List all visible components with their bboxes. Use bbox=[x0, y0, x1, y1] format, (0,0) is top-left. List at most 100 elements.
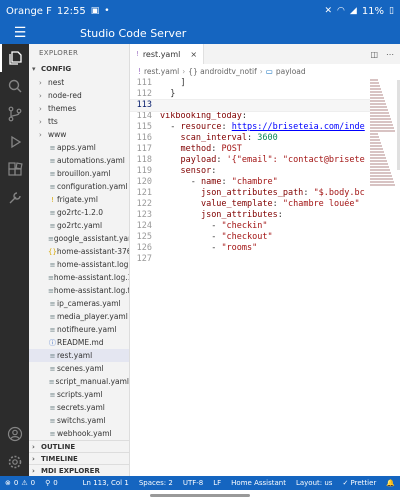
home-gesture-handle[interactable] bbox=[150, 493, 250, 497]
code-line[interactable]: 126 - "rooms" bbox=[130, 243, 370, 254]
folder-item[interactable]: › themes bbox=[29, 102, 129, 115]
carrier-label: Orange F bbox=[6, 5, 52, 17]
file-item[interactable]: ≡ automations.yaml bbox=[29, 154, 129, 167]
cursor-position[interactable]: Ln 113, Col 1 bbox=[78, 479, 134, 487]
file-item[interactable]: ⓘ README.md bbox=[29, 336, 129, 349]
yaml-file-icon: ≡ bbox=[49, 169, 56, 178]
code-line[interactable]: 127 bbox=[130, 254, 370, 265]
file-item[interactable]: ≡ script_manual.yaml bbox=[29, 375, 129, 388]
minimap-line bbox=[370, 121, 392, 123]
extensions-icon[interactable] bbox=[0, 156, 29, 184]
minimap[interactable] bbox=[370, 78, 396, 198]
file-item[interactable]: ≡ switchs.yaml bbox=[29, 414, 129, 427]
tree-item-label: README.md bbox=[57, 338, 104, 347]
file-item[interactable]: ≡ rest.yaml bbox=[29, 349, 129, 362]
file-item[interactable]: ≡ brouillon.yaml bbox=[29, 167, 129, 180]
tree-item-label: home-assistant-3765... bbox=[56, 247, 129, 256]
timeline-section[interactable]: › TIMELINE bbox=[29, 452, 129, 464]
file-item[interactable]: ≡home-assistant.log.fa... bbox=[29, 284, 129, 297]
prettier-status[interactable]: ✓ Prettier bbox=[337, 479, 381, 487]
code-line[interactable]: 123 json_attributes: bbox=[130, 210, 370, 221]
settings-gear-icon[interactable] bbox=[0, 448, 29, 476]
run-debug-icon[interactable] bbox=[0, 128, 29, 156]
warning-icon: ⚠ bbox=[21, 479, 28, 487]
file-item[interactable]: ≡ notifheure.yaml bbox=[29, 323, 129, 336]
notifications-bell-icon[interactable]: 🔔 bbox=[381, 479, 400, 487]
file-item[interactable]: ≡ ip_cameras.yaml bbox=[29, 297, 129, 310]
code-line[interactable]: 125 - "checkout" bbox=[130, 232, 370, 243]
explorer-sidebar: EXPLORER ▾ CONFIG › nest › node-red › themes ›… bbox=[29, 44, 130, 476]
clock: 12:55 bbox=[56, 5, 86, 17]
tree-item-label: scripts.yaml bbox=[57, 390, 103, 399]
breadcrumb-file[interactable]: rest.yaml bbox=[144, 67, 179, 76]
tools-icon[interactable] bbox=[0, 184, 29, 212]
folder-item[interactable]: › nest bbox=[29, 76, 129, 89]
android-nav-bar bbox=[0, 490, 400, 500]
code-line[interactable]: 112 } bbox=[130, 89, 370, 100]
config-root-folder[interactable]: ▾ CONFIG bbox=[29, 62, 129, 76]
code-line[interactable]: 118 payload: '{"email": "contact@brisete bbox=[130, 155, 370, 166]
mdi-explorer-section[interactable]: › MDI EXPLORER bbox=[29, 464, 129, 476]
ports-indicator[interactable]: ⚲ 0 bbox=[40, 479, 63, 487]
keyboard-layout[interactable]: Layout: us bbox=[291, 479, 337, 487]
tree-item-label: apps.yaml bbox=[57, 143, 96, 152]
editor-area: ! rest.yaml × ◫ ⋯ ! rest.yaml › {} andro… bbox=[130, 44, 400, 476]
code-editor[interactable]: 111 ] 112 } 113 114 vikbooking_today: 115 - r… bbox=[130, 78, 370, 476]
code-line[interactable]: 122 value_template: "chambre louée" bbox=[130, 199, 370, 210]
code-line[interactable]: 111 ] bbox=[130, 78, 370, 89]
code-line[interactable]: 124 - "checkin" bbox=[130, 221, 370, 232]
tree-item-label: configuration.yaml bbox=[57, 182, 128, 191]
file-item[interactable]: ≡ secrets.yaml bbox=[29, 401, 129, 414]
file-item[interactable]: {}home-assistant-3765... bbox=[29, 245, 129, 258]
file-item[interactable]: ≡ scripts.yaml bbox=[29, 388, 129, 401]
indentation[interactable]: Spaces: 2 bbox=[134, 479, 178, 487]
file-item[interactable]: ≡ apps.yaml bbox=[29, 141, 129, 154]
code-line[interactable]: 115 - resource: https://briseteia.com/in… bbox=[130, 122, 370, 133]
search-icon[interactable] bbox=[0, 72, 29, 100]
file-item[interactable]: ≡google_assistant.yaml bbox=[29, 232, 129, 245]
file-item[interactable]: ! frigate.yml bbox=[29, 193, 129, 206]
file-item[interactable]: ≡ go2rtc-1.2.0 bbox=[29, 206, 129, 219]
tree-item-label: tts bbox=[48, 117, 58, 126]
end-of-line[interactable]: LF bbox=[208, 479, 226, 487]
tab-rest-yaml[interactable]: ! rest.yaml × bbox=[130, 44, 205, 64]
code-line[interactable]: 113 bbox=[130, 99, 370, 112]
folder-item[interactable]: › tts bbox=[29, 115, 129, 128]
outline-section[interactable]: › OUTLINE bbox=[29, 440, 129, 452]
line-number: 112 bbox=[136, 89, 152, 99]
chevron-down-icon: ▾ bbox=[32, 65, 36, 73]
close-icon[interactable]: × bbox=[190, 50, 197, 59]
hamburger-menu-icon[interactable]: ☰ bbox=[0, 25, 40, 41]
source-control-icon[interactable] bbox=[0, 100, 29, 128]
code-line[interactable]: 114 vikbooking_today: bbox=[130, 111, 370, 122]
code-line[interactable]: 117 method: POST bbox=[130, 144, 370, 155]
breadcrumb-key[interactable]: payload bbox=[276, 67, 306, 76]
file-tree: › nest › node-red › themes › tts › www ≡ apps.yaml ≡… bbox=[29, 76, 129, 440]
file-item[interactable]: ≡ home-assistant.log.1 bbox=[29, 271, 129, 284]
code-line[interactable]: 120 - name: "chambre" bbox=[130, 177, 370, 188]
file-item[interactable]: ≡ home-assistant.log bbox=[29, 258, 129, 271]
file-item[interactable]: ≡ configuration.yaml bbox=[29, 180, 129, 193]
split-editor-icon[interactable]: ◫ bbox=[370, 50, 378, 59]
breadcrumb-symbol[interactable]: {} androidtv_notif bbox=[188, 67, 257, 76]
minimap-line bbox=[370, 127, 394, 129]
more-actions-icon[interactable]: ⋯ bbox=[386, 50, 394, 59]
code-line[interactable]: 121 json_attributes_path: "$.body.bc bbox=[130, 188, 370, 199]
notification-icon: ▣ bbox=[90, 6, 100, 16]
language-mode[interactable]: Home Assistant bbox=[226, 479, 291, 487]
yaml-file-icon: ≡ bbox=[49, 390, 56, 399]
minimap-line bbox=[370, 154, 385, 156]
file-item[interactable]: ≡ scenes.yaml bbox=[29, 362, 129, 375]
account-icon[interactable] bbox=[0, 420, 29, 448]
file-item[interactable]: ≡ webhook.yaml bbox=[29, 427, 129, 440]
line-text: value_template: "chambre louée" bbox=[200, 199, 360, 209]
folder-item[interactable]: › www bbox=[29, 128, 129, 141]
explorer-icon[interactable] bbox=[0, 44, 29, 72]
code-line[interactable]: 116 scan_interval: 3600 bbox=[130, 133, 370, 144]
encoding[interactable]: UTF-8 bbox=[178, 479, 208, 487]
problems-indicator[interactable]: ⊗ 0 ⚠ 0 bbox=[0, 479, 40, 487]
code-line[interactable]: 119 sensor: bbox=[130, 166, 370, 177]
file-item[interactable]: ≡ go2rtc.yaml bbox=[29, 219, 129, 232]
folder-item[interactable]: › node-red bbox=[29, 89, 129, 102]
file-item[interactable]: ≡ media_player.yaml bbox=[29, 310, 129, 323]
